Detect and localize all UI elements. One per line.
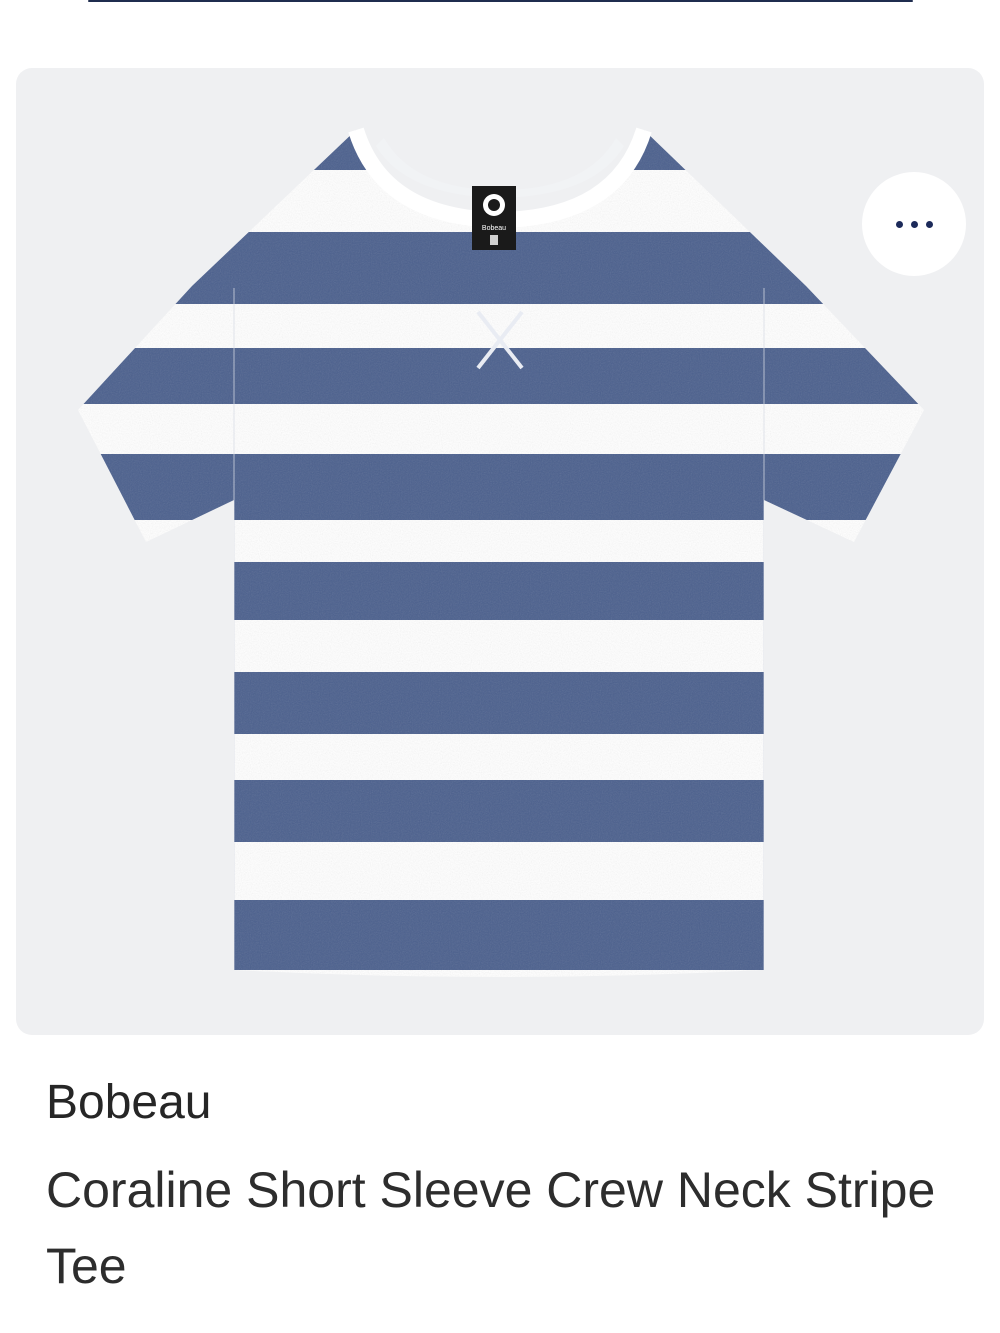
ellipsis-icon — [895, 220, 933, 228]
top-divider — [88, 0, 913, 2]
more-options-button[interactable] — [862, 172, 966, 276]
product-brand[interactable]: Bobeau — [46, 1072, 212, 1134]
product-image[interactable]: Bobeau — [16, 68, 984, 1035]
product-card[interactable]: Bobeau — [16, 68, 984, 1035]
brand-tag-label: Bobeau — [482, 225, 506, 232]
product-title[interactable]: Coraline Short Sleeve Crew Neck Stripe T… — [46, 1152, 946, 1304]
brand-tag: Bobeau — [472, 186, 516, 250]
